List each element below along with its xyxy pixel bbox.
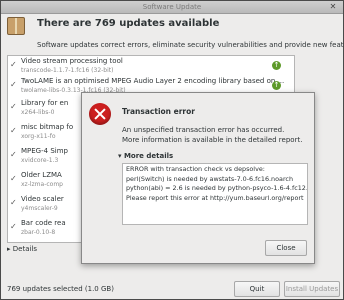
close-window-icon[interactable]: ✕	[329, 3, 337, 11]
error-details-textbox[interactable]: ERROR with transaction check vs depsolve…	[122, 163, 308, 225]
update-checkbox[interactable]: ✓	[10, 81, 17, 89]
more-details-expander[interactable]: ▾ More details	[118, 152, 173, 160]
error-details-line: ERROR with transaction check vs depsolve…	[126, 165, 265, 173]
error-details-line: perl(Switch) is needed by awstats-7.0-6.…	[126, 174, 293, 183]
dialog-message: An unspecified transaction error has occ…	[122, 126, 285, 134]
details-expander[interactable]: ▸ Details	[7, 245, 37, 253]
update-checkbox[interactable]: ✓	[10, 199, 17, 207]
close-button[interactable]: Close	[265, 240, 307, 256]
more-details-label: More details	[123, 152, 174, 160]
update-name: Video scaler	[21, 195, 64, 203]
update-version: transcode-1.1.7-1.fc16 (32-bit)	[21, 67, 114, 74]
update-checkbox[interactable]: ✓	[10, 127, 17, 135]
details-label: Details	[12, 245, 38, 253]
update-checkbox[interactable]: ✓	[10, 223, 17, 231]
install-updates-button[interactable]: Install Updates	[284, 281, 340, 297]
update-name: Video stream processing tool	[21, 57, 123, 65]
window-title: Software Update	[142, 3, 202, 11]
update-checkbox[interactable]: ✓	[10, 103, 17, 111]
update-name: Older LZMA	[21, 171, 62, 179]
window-titlebar[interactable]: Software Update ✕	[1, 1, 343, 14]
header: There are 769 updates available Software…	[7, 15, 344, 53]
update-version: xz-lzma-comp	[21, 181, 63, 188]
update-type-icon: ↑	[272, 81, 281, 90]
list-item[interactable]: ✓ Video stream processing tool transcode…	[8, 56, 294, 76]
page-title: There are 769 updates available	[37, 18, 220, 29]
package-icon	[7, 17, 25, 35]
update-name: Bar code rea	[21, 219, 66, 227]
update-version: zbar-0.10-8	[21, 229, 56, 236]
quit-button[interactable]: Quit	[234, 281, 280, 297]
update-version: x264-libs-0	[21, 109, 55, 116]
page-subtitle: Software updates correct errors, elimina…	[37, 41, 344, 49]
status-text: 769 updates selected (1.0 GB)	[7, 285, 114, 293]
update-type-icon: ↑	[272, 61, 281, 70]
dialog-title: Transaction error	[122, 107, 195, 116]
error-details-line: python(abi) = 2.6 is needed by python-ps…	[126, 184, 308, 193]
update-name: misc bitmap fo	[21, 123, 74, 131]
update-version: xvidcore-1.3	[21, 157, 59, 164]
error-icon	[89, 103, 111, 125]
update-name: TwoLAME is an optimised MPEG Audio Layer…	[21, 77, 285, 85]
update-version: y4mscaler-9	[21, 205, 58, 212]
dialog-message-detail: More information is available in the det…	[122, 136, 303, 144]
transaction-error-dialog: Transaction error An unspecified transac…	[81, 92, 315, 264]
update-checkbox[interactable]: ✓	[10, 61, 17, 69]
error-details-line: Please report this error at http://yum.b…	[126, 193, 304, 202]
update-name: Library for en	[21, 99, 69, 107]
update-name: MPEG-4 Simp	[21, 147, 68, 155]
update-version: xorg-x11-fo	[21, 133, 56, 140]
update-checkbox[interactable]: ✓	[10, 151, 17, 159]
update-checkbox[interactable]: ✓	[10, 175, 17, 183]
